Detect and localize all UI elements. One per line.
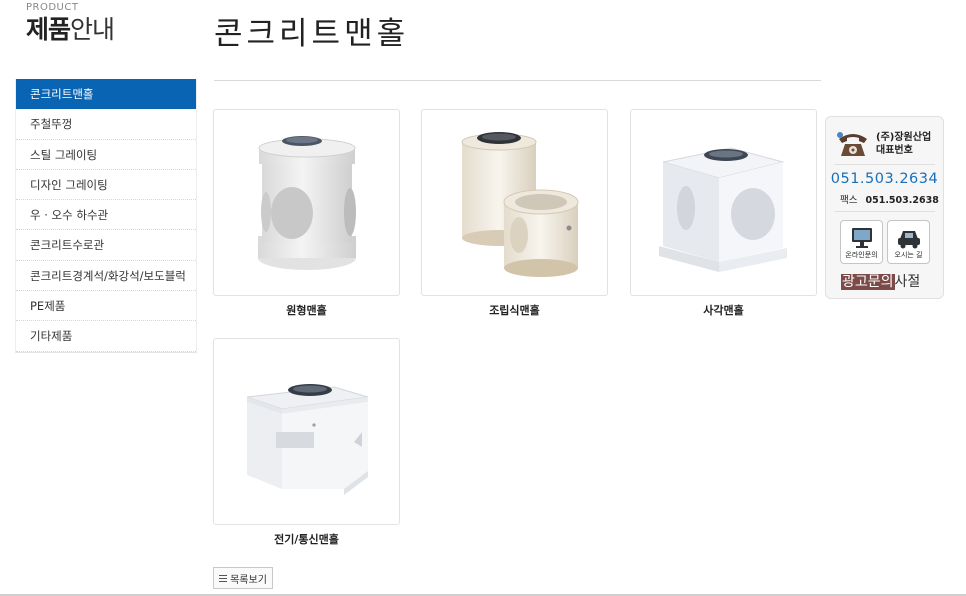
ad-rest: 사절 (894, 274, 921, 290)
product-card-round-manhole[interactable]: 원형맨홀 (213, 109, 400, 318)
directions-button[interactable]: 오시는 길 (887, 220, 930, 264)
round-manhole-illustration (258, 136, 356, 270)
list-view-button[interactable]: 목록보기 (213, 567, 273, 589)
sidebar-item-pe-products[interactable]: PE제품 (16, 291, 196, 322)
divider (834, 211, 935, 212)
fax-label: 팩스 (840, 195, 858, 206)
product-card-electric-manhole[interactable]: 전기/통신맨홀 (213, 338, 400, 547)
product-name[interactable]: 원형맨홀 (213, 302, 400, 318)
product-card-prefab-manhole[interactable]: 조립식맨홀 (421, 109, 608, 318)
sidebar-item-steel-grating[interactable]: 스틸 그레이팅 (16, 139, 196, 170)
contact-fax: 팩스 051.503.2638 (840, 192, 939, 206)
sidebar-item-cast-iron-cover[interactable]: 주철뚜껑 (16, 109, 196, 140)
monitor-icon (852, 228, 872, 248)
section-title: 제품안내 (26, 14, 115, 46)
sidebar-item-sewer-pipe[interactable]: 우 · 오수 하수관 (16, 200, 196, 231)
section-header: PRODUCT 제품안내 (26, 2, 115, 46)
list-icon (219, 574, 228, 582)
online-inquiry-label: 온라인문의 (845, 251, 878, 259)
fax-number: 051.503.2638 (865, 195, 939, 206)
sidebar-item-curbstone[interactable]: 콘크리트경계석/화강석/보도블럭 (16, 260, 196, 292)
product-image-prefab-manhole[interactable] (421, 109, 608, 296)
electric-manhole-illustration (246, 384, 369, 495)
ad-highlight: 광고문의 (841, 274, 895, 290)
page: PRODUCT 제품안내 콘크리트맨홀 콘크리트맨홀 주철뚜껑 스틸 그레이팅 … (0, 0, 966, 596)
ad-notice: 광고문의사절 (841, 271, 920, 291)
directions-label: 오시는 길 (894, 251, 923, 259)
square-manhole-illustration (659, 147, 787, 272)
divider (834, 164, 935, 165)
page-title: 콘크리트맨홀 (214, 16, 410, 52)
contact-phone[interactable]: 051.503.2634 (826, 171, 943, 187)
car-icon (898, 231, 920, 249)
product-image-electric-manhole[interactable] (213, 338, 400, 525)
online-inquiry-button[interactable]: 온라인문의 (840, 220, 883, 264)
sidebar-item-other-products[interactable]: 기타제품 (16, 321, 196, 352)
contact-widget: (주)장원산업 대표번호 051.503.2634 팩스 051.503.2638… (825, 116, 944, 299)
sidebar-item-concrete-channel[interactable]: 콘크리트수로관 (16, 230, 196, 261)
sidebar-menu: 콘크리트맨홀 주철뚜껑 스틸 그레이팅 디자인 그레이팅 우 · 오수 하수관 … (15, 79, 197, 353)
product-name[interactable]: 전기/통신맨홀 (213, 531, 400, 547)
section-label: PRODUCT (26, 2, 79, 13)
title-divider (214, 80, 821, 81)
prefab-manhole-illustration (461, 132, 579, 277)
sidebar-item-design-grating[interactable]: 디자인 그레이팅 (16, 169, 196, 201)
product-card-square-manhole[interactable]: 사각맨홀 (630, 109, 817, 318)
list-view-label: 목록보기 (230, 574, 267, 586)
section-title-rest: 안내 (70, 15, 115, 44)
contact-company: (주)장원산업 대표번호 (876, 131, 931, 157)
product-name[interactable]: 사각맨홀 (630, 302, 817, 318)
product-name[interactable]: 조립식맨홀 (421, 302, 608, 318)
product-image-square-manhole[interactable] (630, 109, 817, 296)
rep-number-label: 대표번호 (876, 145, 913, 156)
product-image-round-manhole[interactable] (213, 109, 400, 296)
telephone-icon (837, 132, 867, 156)
section-title-bold: 제품 (26, 15, 71, 44)
sidebar-item-concrete-manhole[interactable]: 콘크리트맨홀 (16, 79, 196, 110)
company-name: (주)장원산업 (876, 132, 932, 143)
